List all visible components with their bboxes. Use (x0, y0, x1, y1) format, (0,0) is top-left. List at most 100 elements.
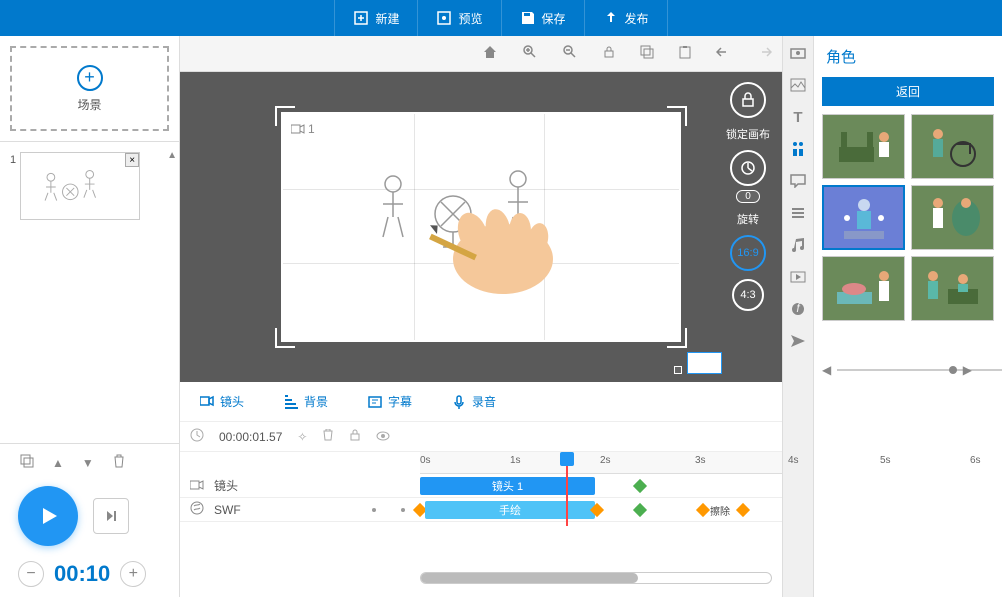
keyframe-icon[interactable] (696, 502, 710, 516)
lock-icon[interactable] (602, 45, 616, 62)
current-time: 00:00:01.57 (219, 430, 282, 444)
image-tool-icon[interactable] (789, 76, 807, 94)
preview-button[interactable]: 预览 (418, 0, 501, 36)
canvas-area[interactable]: 1 (180, 72, 782, 382)
home-icon[interactable] (482, 44, 498, 63)
plus-button[interactable]: + (120, 561, 146, 587)
asset-item[interactable] (822, 185, 905, 250)
undo-icon[interactable] (716, 45, 732, 62)
center-panel: 1 (180, 36, 782, 597)
zoom-out-icon[interactable] (562, 44, 578, 63)
asset-item[interactable] (822, 256, 905, 321)
zoom-in-icon[interactable] (522, 44, 538, 63)
asset-grid (822, 114, 994, 321)
camera-icon (190, 479, 204, 493)
new-label: 新建 (375, 10, 399, 27)
lock-canvas-button[interactable] (730, 82, 766, 118)
tab-subtitle[interactable]: 字幕 (368, 393, 412, 410)
swf-icon (190, 501, 204, 518)
save-button[interactable]: 保存 (502, 0, 585, 36)
snap-icon[interactable]: ✧ (297, 430, 307, 444)
track-camera[interactable]: 镜头 镜头 1 (180, 474, 782, 498)
flash-tool-icon[interactable]: f (789, 300, 807, 318)
play-button[interactable] (18, 486, 78, 546)
zoom-slider[interactable]: ◀ ▶ (822, 368, 972, 372)
tool-strip: T f (782, 36, 814, 597)
canvas-side-controls: 锁定画布 0 旋转 16:9 4:3 (726, 82, 770, 311)
tab-audio[interactable]: 录音 (452, 393, 496, 410)
back-button[interactable]: 返回 (822, 77, 994, 106)
copy-icon[interactable] (640, 45, 654, 62)
asset-item[interactable] (911, 185, 994, 250)
scroll-arrow-icon[interactable]: ▲ (167, 150, 177, 161)
lock-icon[interactable] (349, 429, 361, 444)
character-tool-icon[interactable] (789, 140, 807, 158)
asset-item[interactable] (911, 256, 994, 321)
asset-panel: 角色 返回 (814, 36, 1002, 597)
chat-tool-icon[interactable] (789, 172, 807, 190)
add-scene-label: 场景 (77, 96, 101, 113)
stack-tool-icon[interactable] (789, 204, 807, 222)
trash-icon[interactable] (322, 429, 334, 444)
redo-icon[interactable] (756, 45, 772, 62)
publish-button[interactable]: 发布 (585, 0, 668, 36)
camera-marker: 1 (291, 122, 315, 136)
top-toolbar: 新建 预览 保存 发布 (0, 0, 1002, 36)
eye-icon[interactable] (376, 430, 390, 444)
trash-icon[interactable] (112, 454, 126, 471)
asset-item[interactable] (911, 114, 994, 179)
clip-camera[interactable]: 镜头 1 (420, 477, 595, 495)
asset-item[interactable] (822, 114, 905, 179)
scene-thumbnail[interactable]: × (20, 152, 140, 220)
send-tool-icon[interactable] (789, 332, 807, 350)
canvas-frame[interactable]: 1 (281, 112, 681, 342)
rotate-button[interactable] (730, 150, 766, 186)
timeline-header: 00:00:01.57 ✧ (180, 422, 782, 452)
aspect-43-button[interactable]: 4:3 (732, 279, 764, 311)
canvas-toolbar (180, 36, 782, 72)
down-arrow-icon[interactable]: ▼ (82, 456, 94, 470)
timeline-scrollbar[interactable] (420, 572, 782, 586)
publish-label: 发布 (625, 10, 649, 27)
preview-label: 预览 (458, 10, 482, 27)
music-tool-icon[interactable] (789, 236, 807, 254)
playback-controls: ▲ ▼ − 00:10 + (0, 443, 179, 597)
rotate-label: 旋转 (737, 211, 759, 227)
keyframe-icon[interactable] (633, 478, 647, 492)
new-button[interactable]: 新建 (334, 0, 418, 36)
text-tool-icon[interactable]: T (789, 108, 807, 126)
timeline-tabs: 镜头 背景 字幕 录音 ◀ ▶ (180, 382, 782, 422)
keyframe-icon[interactable] (736, 502, 750, 516)
keyframe-icon[interactable] (633, 502, 647, 516)
up-arrow-icon[interactable]: ▲ (52, 456, 64, 470)
add-scene-button[interactable]: + 场景 (10, 46, 169, 131)
playhead[interactable] (560, 452, 574, 466)
timeline-ruler[interactable]: 0s 1s 2s 3s 4s 5s 6s (420, 452, 782, 474)
aspect-169-button[interactable]: 16:9 (730, 235, 766, 271)
video-tool-icon[interactable] (789, 268, 807, 286)
plus-icon: + (77, 65, 103, 91)
track-swf[interactable]: SWF 手绘 擦除 (180, 498, 782, 522)
clip-erase-label: 擦除 (710, 503, 730, 518)
camera-tool-icon[interactable] (789, 44, 807, 62)
duration-display: 00:10 (54, 561, 110, 587)
tab-background[interactable]: 背景 (284, 393, 328, 410)
lock-canvas-label: 锁定画布 (726, 126, 770, 142)
minus-button[interactable]: − (18, 561, 44, 587)
copy-icon[interactable] (20, 454, 34, 471)
timeline-tracks: 镜头 镜头 1 SWF (180, 474, 782, 522)
resize-handle[interactable] (674, 366, 682, 374)
close-icon[interactable]: × (125, 153, 139, 167)
save-label: 保存 (542, 10, 566, 27)
scene-number: 1 (10, 154, 16, 166)
clock-icon (190, 428, 204, 445)
scene-list: ▲ 1 × (0, 141, 179, 443)
tab-camera[interactable]: 镜头 (200, 393, 244, 410)
panel-title: 角色 (822, 46, 994, 67)
paste-icon[interactable] (678, 45, 692, 62)
clip-hand[interactable]: 手绘 (425, 501, 595, 519)
left-panel: + 场景 ▲ 1 × ▲ ▼ (0, 36, 180, 597)
step-button[interactable] (93, 498, 129, 534)
rotate-value: 0 (736, 190, 760, 203)
canvas-preview-icon[interactable] (687, 352, 722, 374)
